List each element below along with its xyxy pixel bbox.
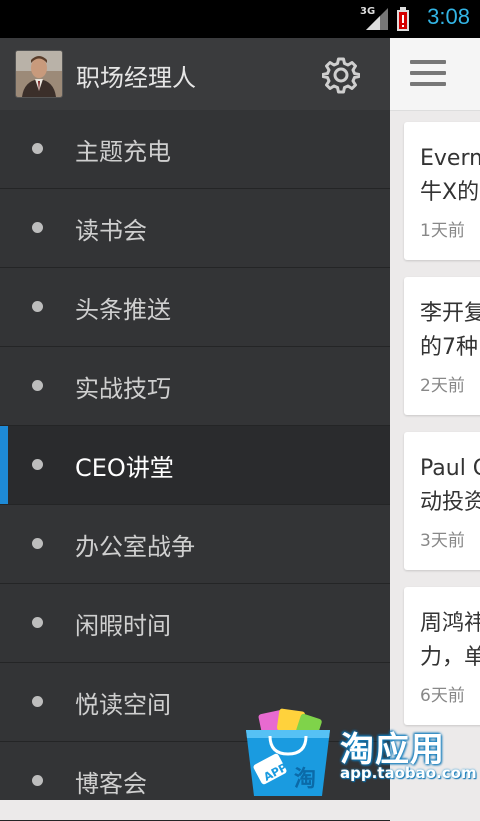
menu-item-label: 办公室战争 xyxy=(75,533,195,561)
bullet-icon xyxy=(32,617,43,628)
article-card[interactable]: Paul G 动投资 3天前 xyxy=(404,432,480,570)
article-title: Everm 牛X的 xyxy=(420,146,480,205)
article-time: 2天前 xyxy=(420,376,465,396)
navigation-drawer: 职场经理人 主题充电 读书会 头条推送 实战技巧 CEO讲堂 办公室战争 闲暇时… xyxy=(0,38,390,821)
menu-item-label: 闲暇时间 xyxy=(75,612,171,640)
menu-item-practical-skills[interactable]: 实战技巧 xyxy=(0,347,390,426)
article-card[interactable]: Everm 牛X的 1天前 xyxy=(404,122,480,260)
article-title: 周鸿祎 力，单 xyxy=(420,611,480,670)
bullet-icon xyxy=(32,380,43,391)
menu-item-book-club[interactable]: 读书会 xyxy=(0,189,390,268)
avatar[interactable] xyxy=(15,50,63,98)
article-time: 3天前 xyxy=(420,531,465,551)
menu-item-label: 悦读空间 xyxy=(75,691,171,719)
bullet-icon xyxy=(32,775,43,786)
menu-item-label: 主题充电 xyxy=(75,138,171,166)
shopping-bag-logo-icon: APP 淘 xyxy=(246,708,330,796)
status-time: 3:08 xyxy=(427,4,470,29)
article-title: Paul G 动投资 xyxy=(420,456,480,515)
bag-text: 淘 xyxy=(294,766,316,792)
bullet-icon xyxy=(32,143,43,154)
status-bar: 3G 3:08 xyxy=(0,0,480,38)
bullet-icon xyxy=(32,459,43,470)
article-card[interactable]: 周鸿祎 力，单 6天前 xyxy=(404,587,480,725)
article-title: 李开复 的7种 xyxy=(420,301,480,360)
bullet-icon xyxy=(32,222,43,233)
drawer-header: 职场经理人 xyxy=(0,38,390,110)
watermark-url: app.taobao.com xyxy=(340,764,477,782)
battery-alert-icon xyxy=(397,7,409,31)
menu-item-leisure-time[interactable]: 闲暇时间 xyxy=(0,584,390,663)
menu-item-label: 博客会 xyxy=(75,770,147,798)
action-bar xyxy=(390,38,480,111)
bullet-icon xyxy=(32,696,43,707)
menu-item-label: CEO讲堂 xyxy=(75,454,174,482)
menu-item-label: 读书会 xyxy=(75,217,147,245)
bullet-icon xyxy=(32,538,43,549)
bullet-icon xyxy=(32,301,43,312)
settings-gear-icon[interactable] xyxy=(322,56,360,94)
menu-item-ceo-lecture[interactable]: CEO讲堂 xyxy=(0,426,390,505)
drawer-title: 职场经理人 xyxy=(76,64,196,92)
taobao-app-watermark: APP 淘 淘应用 app.taobao.com xyxy=(242,706,480,800)
menu-item-office-war[interactable]: 办公室战争 xyxy=(0,505,390,584)
feed-area: Everm 牛X的 1天前 李开复 的7种 2天前 Paul G 动投资 3天前… xyxy=(390,38,480,800)
menu-item-headlines[interactable]: 头条推送 xyxy=(0,268,390,347)
menu-icon[interactable] xyxy=(410,60,446,88)
menu-item-label: 实战技巧 xyxy=(75,375,171,403)
menu-item-label: 头条推送 xyxy=(75,296,171,324)
menu-item-topic-charge[interactable]: 主题充电 xyxy=(0,110,390,189)
active-indicator xyxy=(0,426,8,504)
article-card[interactable]: 李开复 的7种 2天前 xyxy=(404,277,480,415)
signal-icon xyxy=(366,8,388,30)
article-time: 1天前 xyxy=(420,221,465,241)
article-time: 6天前 xyxy=(420,686,465,706)
